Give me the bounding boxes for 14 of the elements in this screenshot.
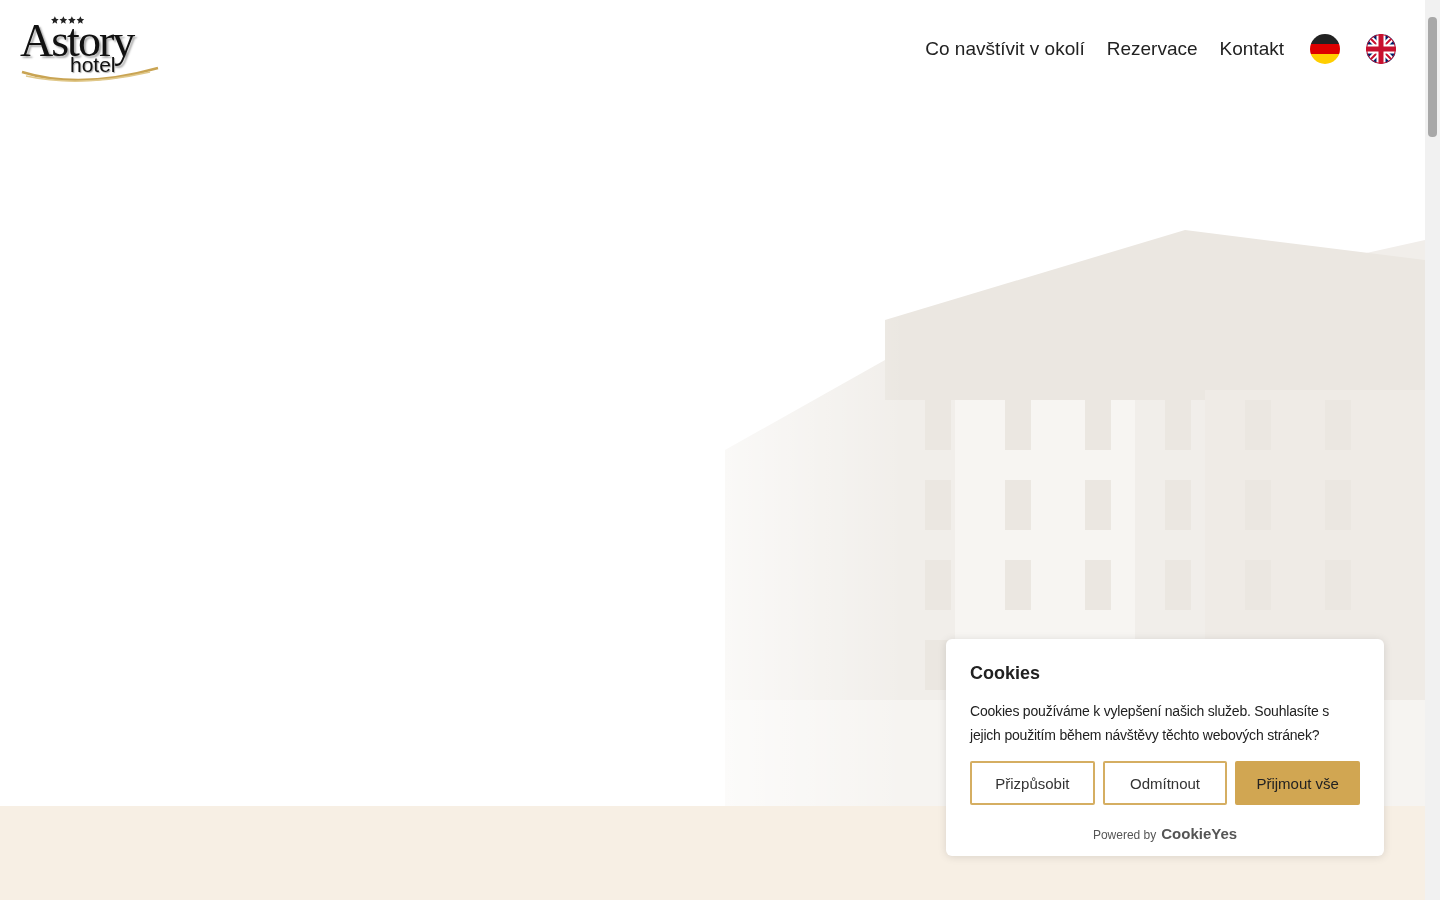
scrollbar[interactable] — [1425, 0, 1440, 900]
cookie-button[interactable]: Odmítnout — [1102, 761, 1228, 805]
accept-button[interactable]: Přijmout vše — [1235, 761, 1360, 805]
powered-by-text: Powered by — [1092, 828, 1157, 842]
german-flag-icon[interactable] — [1310, 34, 1340, 64]
stars-icon — [51, 16, 85, 24]
cookie-title: Cookies — [970, 663, 1042, 684]
british-flag-icon[interactable] — [1366, 34, 1396, 64]
brand-link[interactable]: CookieYes — [1161, 825, 1238, 842]
nav-link[interactable]: Co navštívit v okolí — [925, 38, 1085, 60]
cookie-button[interactable]: Přizpůsobit — [970, 761, 1095, 805]
cookie-text: Cookies používáme k vylepšení našich služeb. Souhlasíte s jejich použitím během návštěvy těchto webových stránek? — [970, 702, 1331, 745]
nav-link[interactable]: Rezervace — [1106, 38, 1198, 60]
nav-link[interactable]: Kontakt — [1219, 38, 1284, 60]
